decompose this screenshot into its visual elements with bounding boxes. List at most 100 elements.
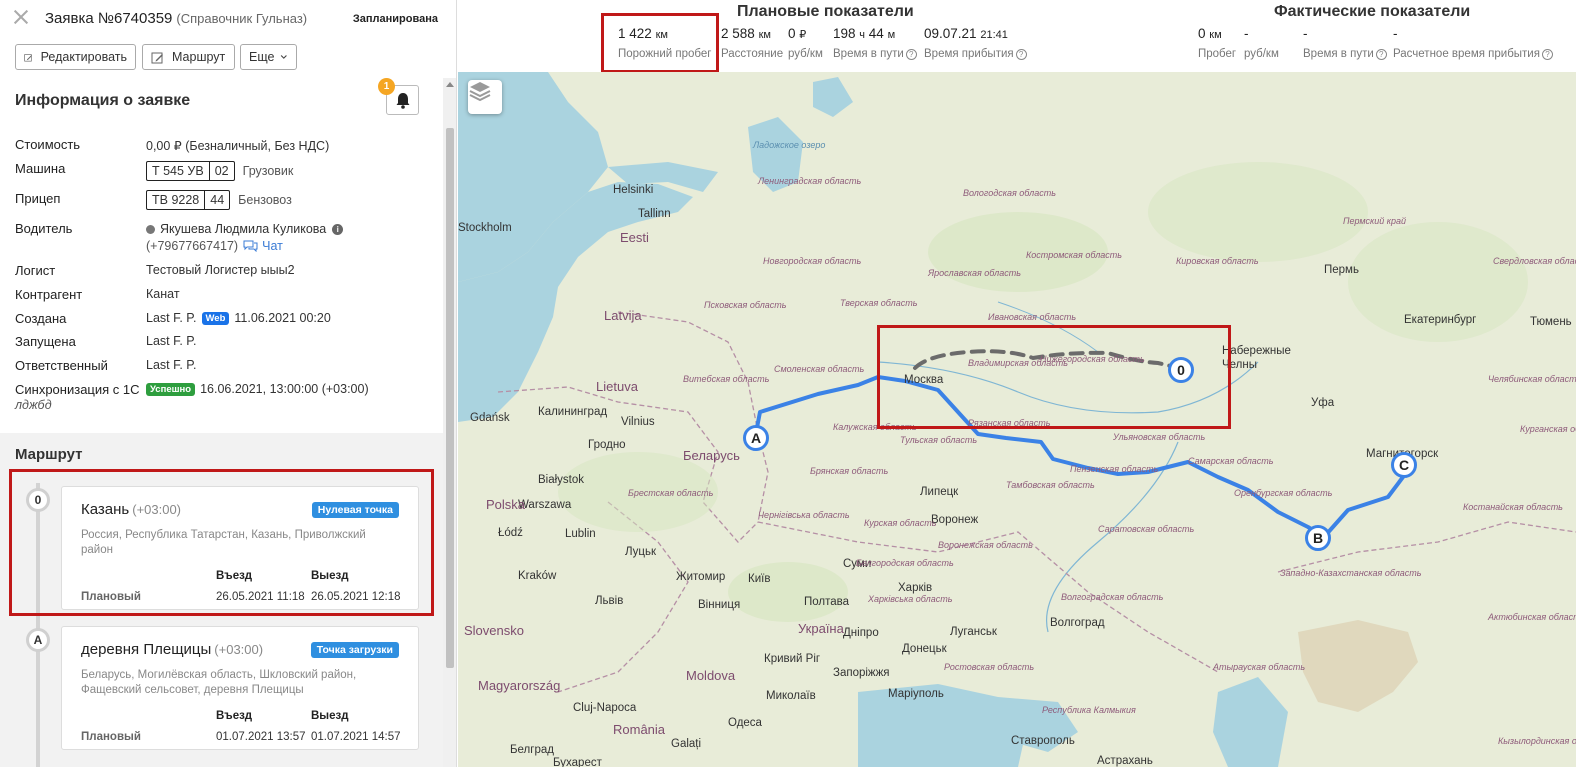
planned-label: Плановый xyxy=(81,591,141,603)
route-button[interactable]: Маршрут xyxy=(142,44,235,70)
arrival-label: Время прибытия? xyxy=(924,48,1027,60)
city-label: Маріуполь xyxy=(888,688,944,700)
panel-scrollbar[interactable] xyxy=(443,78,456,767)
city-label: Львів xyxy=(595,595,624,607)
route-pin-a[interactable]: A xyxy=(743,425,769,451)
travel-minutes: 44 xyxy=(868,26,884,41)
layers-icon xyxy=(469,82,491,102)
order-subtitle: (Справочник Гульназ) xyxy=(176,11,308,26)
distance-stat: 2 588 км Расстояние xyxy=(721,26,783,60)
city-label: Уфа xyxy=(1311,397,1335,409)
route-stop-card[interactable]: деревня Плещицы (+03:00) Точка загрузки Б… xyxy=(61,626,419,750)
city-label: Воронеж xyxy=(931,514,979,526)
city-label: Łódź xyxy=(498,527,523,539)
rate-number: 0 xyxy=(788,26,796,41)
notification-count-badge: 1 xyxy=(378,78,395,95)
city-label: Гродно xyxy=(588,439,626,451)
info-section: Информация о заявке 1 Стоимость 0,00 ₽ (… xyxy=(0,78,443,433)
route-stop-card[interactable]: Казань (+03:00) Нулевая точка Россия, Рес… xyxy=(61,486,419,610)
city-label: Луцьк xyxy=(625,546,657,558)
close-icon[interactable] xyxy=(12,8,30,26)
region-label: Рязанская область xyxy=(968,418,1051,428)
planned-title: Плановые показатели xyxy=(737,3,914,20)
help-icon[interactable]: ? xyxy=(1375,49,1387,60)
more-dropdown[interactable]: Еще xyxy=(240,44,297,70)
city-label: Київ xyxy=(748,573,771,585)
travel-time-value: 198 ч 44 м xyxy=(833,26,917,41)
country-label: Беларусь xyxy=(683,448,740,463)
rate-value: 0 ₽ xyxy=(788,26,823,41)
trailer-label: Прицеп xyxy=(15,191,61,206)
actual-mileage-stat: 0 км Пробег xyxy=(1198,26,1236,60)
city-label: Луганськ xyxy=(950,626,997,638)
stop-city: Казань xyxy=(81,501,130,518)
info-icon[interactable]: i xyxy=(332,223,344,235)
chevron-down-icon xyxy=(281,55,288,59)
distance-value: 2 588 км xyxy=(721,26,783,41)
actual-arrival-label: Расчетное время прибытия? xyxy=(1393,48,1553,60)
region-label: Саратовская область xyxy=(1098,524,1195,534)
cost-label: Стоимость xyxy=(15,137,81,152)
order-number: Заявка №6740359 xyxy=(45,10,173,27)
city-label: Ставрополь xyxy=(1011,735,1075,747)
stop-name: Казань (+03:00) xyxy=(81,501,181,518)
driver-name: Якушева Людмила Куликова xyxy=(160,222,327,236)
region-label: Витебская область xyxy=(683,374,770,384)
sync-label-text: Синхронизация с 1С xyxy=(15,382,140,397)
help-icon[interactable]: ? xyxy=(1015,49,1027,60)
region-label: Пензенская область xyxy=(1070,464,1159,474)
city-label: Миколаїв xyxy=(766,690,816,702)
cost-value: 0,00 ₽ (Безналичный, Без НДС) xyxy=(146,139,330,153)
arrival-time: 21:41 xyxy=(980,29,1008,41)
route-pin-zero[interactable]: 0 xyxy=(1168,357,1194,383)
edit-icon xyxy=(24,53,32,61)
vehicle-plate-region: 02 xyxy=(208,162,234,180)
arrival-label-text: Время прибытия xyxy=(924,48,1014,60)
city-label: Stockholm xyxy=(458,222,512,234)
city-label: Вінниця xyxy=(698,599,741,611)
vehicle-plate-number: Т 545 УВ xyxy=(152,164,204,178)
region-label: Брестская область xyxy=(628,488,714,498)
created-label: Создана xyxy=(15,311,67,326)
city-label: Полтава xyxy=(804,596,850,608)
city-label: Калининград xyxy=(538,406,608,418)
region-label: Калужская область xyxy=(833,422,917,432)
vehicle-label: Машина xyxy=(15,161,66,176)
scroll-up-arrow[interactable] xyxy=(446,82,454,87)
city-label: Волгоград xyxy=(1050,617,1105,629)
logist-value: Тестовый Логистер ыыы2 xyxy=(146,263,295,277)
scroll-thumb[interactable] xyxy=(446,128,454,668)
stop-exit-time: 01.07.2021 14:57 xyxy=(311,731,401,743)
region-label: Западно-Казахстанская область xyxy=(1280,568,1422,578)
region-label: Воронежская область xyxy=(938,540,1033,550)
route-pin-c[interactable]: C xyxy=(1391,452,1417,478)
actual-rate-label: руб/км xyxy=(1244,48,1279,60)
logist-label: Логист xyxy=(15,263,56,278)
region-label: Тверская область xyxy=(840,298,918,308)
help-icon[interactable]: ? xyxy=(1541,49,1553,60)
city-label: Харків xyxy=(898,582,933,594)
stop-entry-time: 01.07.2021 13:57 xyxy=(216,731,306,743)
trailer-type: Бензовоз xyxy=(238,193,292,207)
region-label: Курганская область xyxy=(1520,424,1576,434)
edit-button-label: Редактировать xyxy=(40,50,127,64)
actual-mileage-value: 0 км xyxy=(1198,26,1236,41)
sync-value: Успешно 16.06.2021, 13:00:00 (+03:00) xyxy=(146,382,369,396)
created-source-badge: Web xyxy=(201,311,230,325)
layers-button[interactable] xyxy=(468,80,502,114)
help-icon[interactable]: ? xyxy=(905,49,917,60)
stats-bar: Плановые показатели Фактические показате… xyxy=(458,0,1576,73)
driver-contact: (+79677667417) Чат xyxy=(146,239,283,253)
route-pin-b[interactable]: B xyxy=(1305,525,1331,551)
route-map[interactable]: Helsinki Tallinn Stockholm Eesti Latvija… xyxy=(458,72,1576,767)
stop-timezone: (+03:00) xyxy=(132,502,182,517)
edit-button[interactable]: Редактировать xyxy=(15,44,136,70)
chat-link[interactable]: Чат xyxy=(262,239,283,253)
empty-run-number: 1 422 xyxy=(618,26,652,41)
city-label: Białystok xyxy=(538,474,585,486)
panel-scroll-area[interactable]: Информация о заявке 1 Стоимость 0,00 ₽ (… xyxy=(0,78,443,767)
driver-label: Водитель xyxy=(15,221,73,236)
actual-title: Фактические показатели xyxy=(1274,3,1471,20)
exit-header: Выезд xyxy=(311,710,349,722)
sync-label: Синхронизация с 1С xyxy=(15,382,140,397)
